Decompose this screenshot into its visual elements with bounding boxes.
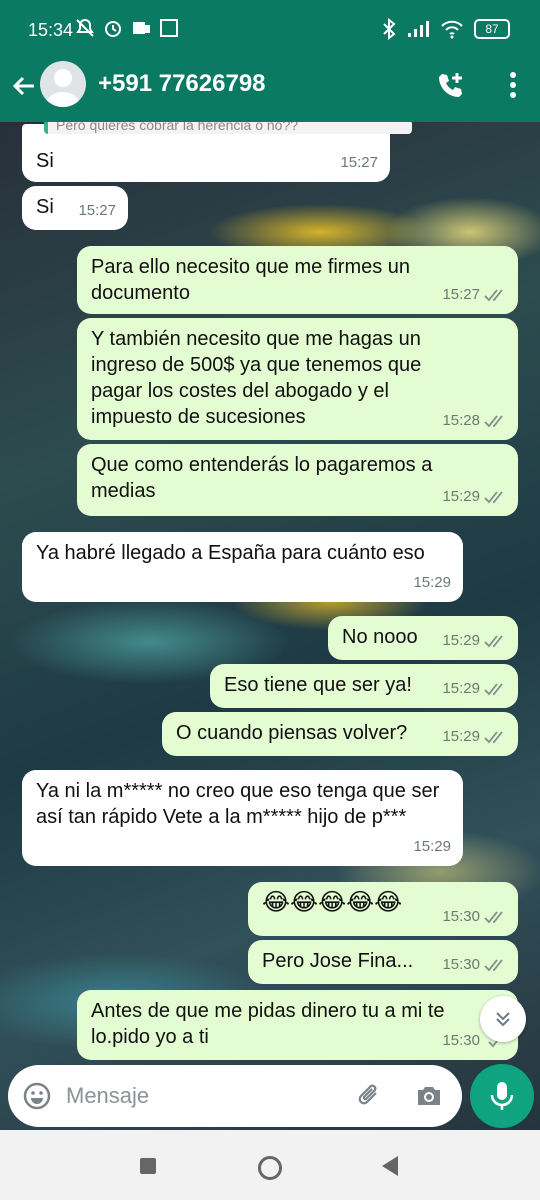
image-notification-icon xyxy=(160,19,178,37)
message-text: Para ello necesito que me firmes un docu… xyxy=(91,256,411,304)
message-composer: Mensaje xyxy=(8,1065,462,1127)
double-check-icon xyxy=(484,635,503,648)
message-outgoing[interactable]: Pero Jose Fina... 15:30 xyxy=(248,940,518,984)
double-check-icon xyxy=(484,289,503,302)
message-text: Si xyxy=(36,150,54,172)
camera-icon[interactable] xyxy=(414,1081,444,1111)
message-incoming[interactable]: Ya ni la m***** no creo que eso tenga qu… xyxy=(22,770,463,866)
home-button[interactable] xyxy=(258,1156,282,1180)
message-text: Ya ni la m***** no creo que eso tenga qu… xyxy=(36,780,440,828)
status-system-icons: 87 xyxy=(382,18,510,40)
message-time: 15:27 xyxy=(78,202,116,219)
message-input[interactable]: Mensaje xyxy=(66,1083,149,1109)
message-text: Y también necesito que me hagas un ingre… xyxy=(91,328,422,428)
bluetooth-icon xyxy=(383,18,396,40)
message-time: 15:30 xyxy=(442,908,480,925)
double-check-icon xyxy=(484,683,503,696)
message-time: 15:29 xyxy=(413,574,451,591)
microphone-icon xyxy=(490,1082,514,1110)
message-outgoing[interactable]: Para ello necesito que me firmes un docu… xyxy=(77,246,518,314)
message-outgoing[interactable]: Eso tiene que ser ya! 15:29 xyxy=(210,664,518,708)
message-time: 15:29 xyxy=(442,632,480,649)
message-time: 15:27 xyxy=(340,154,378,171)
message-text: Que como entenderás lo pagaremos a media… xyxy=(91,454,433,502)
message-text: Eso tiene que ser ya! xyxy=(224,674,412,696)
message-outgoing[interactable]: Que como entenderás lo pagaremos a media… xyxy=(77,444,518,516)
message-incoming[interactable]: Ya habré llegado a España para cuánto es… xyxy=(22,532,463,602)
message-time: 15:29 xyxy=(413,838,451,855)
message-outgoing[interactable]: 😂😂😂😂😂 15:30 xyxy=(248,882,518,936)
message-text: Antes de que me pidas dinero tu a mi te … xyxy=(91,1000,445,1048)
chat-header: +591 77626798 xyxy=(0,60,540,122)
quoted-message-preview[interactable]: Pero quieres cobrar la herencia o no?? xyxy=(44,122,412,134)
message-time: 15:29 xyxy=(442,488,480,505)
message-time: 15:30 xyxy=(442,956,480,973)
double-check-icon xyxy=(484,491,503,504)
arrow-left-icon[interactable] xyxy=(10,72,38,100)
emoji-icon[interactable] xyxy=(22,1081,52,1111)
mute-bell-icon xyxy=(76,18,94,37)
double-check-icon xyxy=(484,415,503,428)
chevron-double-down-icon xyxy=(496,1012,510,1027)
more-vertical-icon[interactable] xyxy=(508,70,518,100)
message-time: 15:27 xyxy=(442,286,480,303)
message-text: Pero Jose Fina... xyxy=(262,950,414,972)
message-time: 15:28 xyxy=(442,412,480,429)
alarm-icon xyxy=(105,21,121,37)
message-outgoing[interactable]: Antes de que me pidas dinero tu a mi te … xyxy=(77,990,518,1060)
double-check-icon xyxy=(484,911,503,924)
avatar[interactable] xyxy=(40,61,86,107)
back-button[interactable] xyxy=(382,1156,398,1176)
message-text: Si xyxy=(36,196,54,218)
status-bar: 15:34 87 xyxy=(0,0,540,60)
phone-plus-icon[interactable] xyxy=(436,70,466,100)
message-outgoing[interactable]: Y también necesito que me hagas un ingre… xyxy=(77,318,518,440)
message-text: O cuando piensas volver? xyxy=(176,722,408,744)
message-outgoing[interactable]: No nooo 15:29 xyxy=(328,616,518,660)
wifi-icon xyxy=(441,20,463,39)
status-time: 15:34 xyxy=(28,20,74,40)
system-nav-bar xyxy=(0,1136,540,1200)
message-time: 15:30 xyxy=(442,1032,480,1049)
double-check-icon xyxy=(484,731,503,744)
message-text: No nooo xyxy=(342,626,418,648)
teams-icon xyxy=(133,22,150,34)
chat-area[interactable]: Pero quieres cobrar la herencia o no?? S… xyxy=(0,122,540,1130)
message-time: 15:29 xyxy=(442,680,480,697)
message-incoming[interactable]: Si 15:27 xyxy=(22,186,128,230)
status-notification-icons xyxy=(75,18,179,38)
message-text: Ya habré llegado a España para cuánto es… xyxy=(36,542,425,564)
message-incoming[interactable]: Pero quieres cobrar la herencia o no?? S… xyxy=(22,122,412,182)
message-text: 😂😂😂😂😂 xyxy=(262,889,403,916)
battery-icon: 87 xyxy=(474,19,510,39)
recents-button[interactable] xyxy=(140,1158,156,1174)
message-outgoing[interactable]: O cuando piensas volver? 15:29 xyxy=(162,712,518,756)
double-check-icon xyxy=(484,959,503,972)
signal-icon xyxy=(408,21,429,37)
contact-name[interactable]: +591 77626798 xyxy=(98,70,266,98)
default-avatar-icon xyxy=(46,69,80,107)
paperclip-icon[interactable] xyxy=(354,1081,384,1111)
message-time: 15:29 xyxy=(442,728,480,745)
scroll-to-bottom-button[interactable] xyxy=(480,996,526,1042)
microphone-button[interactable] xyxy=(470,1064,534,1128)
